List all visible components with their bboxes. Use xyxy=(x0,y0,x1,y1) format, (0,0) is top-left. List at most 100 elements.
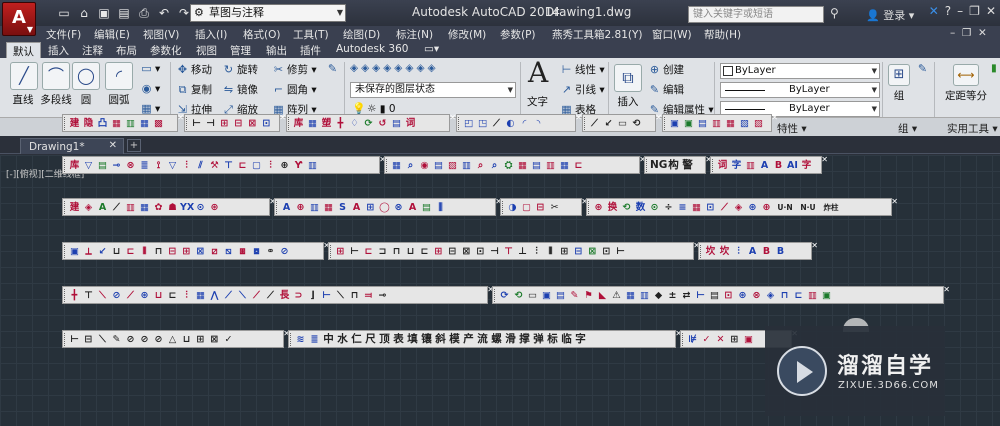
tool-button[interactable]: ⚒ xyxy=(208,159,221,172)
floating-toolbar[interactable]: ⊢ ⊣ ⊞ ⊟ ⊠ ⊡ ✕ xyxy=(184,113,286,132)
tool-button[interactable]: ▤ xyxy=(432,159,445,172)
tool-button[interactable]: ⊞ xyxy=(432,245,445,258)
menu-yanxiu[interactable]: 燕秀工具箱2.81(Y) xyxy=(552,27,643,42)
tool-button[interactable]: ◑ xyxy=(506,201,519,214)
menu-insert[interactable]: 插入(I) xyxy=(195,27,227,42)
tool-button[interactable]: ✎ xyxy=(568,289,581,302)
tool-button[interactable]: △ xyxy=(166,333,179,346)
tool-button[interactable]: 建 xyxy=(68,201,81,214)
tool-button[interactable]: ⊥ xyxy=(516,245,529,258)
floating-toolbar[interactable]: ⟋ ↙ ▭ ⟲ ✕ xyxy=(582,113,662,132)
restore-icon[interactable]: ❐ xyxy=(969,4,980,18)
tool-button[interactable]: ⊗ xyxy=(392,201,405,214)
tool-button[interactable]: ◯ xyxy=(378,201,391,214)
tool-button[interactable]: ⟲ xyxy=(512,289,525,302)
tab-autodesk-360[interactable]: Autodesk 360 xyxy=(336,43,408,55)
save-as-icon[interactable]: ▤ xyxy=(116,5,132,21)
menu-view[interactable]: 视图(V) xyxy=(143,27,179,42)
tool-button[interactable]: ⊏ xyxy=(166,289,179,302)
tool-button[interactable]: ▽ xyxy=(166,159,179,172)
tool-button[interactable]: ⊓ xyxy=(390,245,403,258)
tool-button[interactable]: ✕ xyxy=(714,333,727,346)
tool-button[interactable]: ▥ xyxy=(124,201,137,214)
create-block-tool[interactable]: ⊕ 创建 xyxy=(648,62,684,77)
tool-button[interactable]: ⊢ xyxy=(68,333,81,346)
tool-button[interactable]: ✂ xyxy=(548,201,561,214)
tool-button[interactable]: ⊞ xyxy=(180,245,193,258)
tool-button[interactable]: ⊡ xyxy=(474,245,487,258)
tool-button[interactable]: ⚠ xyxy=(610,289,623,302)
tool-button[interactable]: ⟳ xyxy=(362,117,375,130)
floating-toolbar[interactable]: ⊛ 换 ⟲ 数 ⊙ ÷ ≡ ▦ ⊡ ⟋ ◈ ⊛ ⊕ U·N N·U 炸柱 ✕ xyxy=(586,197,898,216)
group-tool[interactable]: ⊞ 组 xyxy=(886,64,912,103)
tool-button-chi[interactable]: 尺 xyxy=(364,333,377,346)
tab-plugins[interactable]: 插件 xyxy=(300,43,321,58)
tool-button[interactable]: ⫽ xyxy=(194,159,207,172)
tool-button[interactable]: ⊛ xyxy=(736,289,749,302)
tool-button-chan[interactable]: 产 xyxy=(462,333,475,346)
tool-button[interactable]: B xyxy=(760,245,773,258)
tool-button[interactable]: ⊃ xyxy=(292,289,305,302)
tool-button[interactable]: ⊤ xyxy=(82,289,95,302)
tool-button[interactable]: ▥ xyxy=(806,289,819,302)
close-icon[interactable]: ✕ xyxy=(279,113,286,122)
tool-button[interactable]: ♢ xyxy=(348,117,361,130)
floating-toolbar[interactable]: ◰ ◳ ⟋ ◐ ◜ ◝ ✕ xyxy=(456,113,582,132)
tool-button[interactable]: ⊐ xyxy=(376,245,389,258)
tool-button[interactable]: ⊕ xyxy=(278,159,291,172)
tool-button-zhazhu[interactable]: 炸柱 xyxy=(820,201,842,214)
layer-state-select[interactable]: 未保存的图层状态 xyxy=(350,82,516,98)
close-icon[interactable]: ✕ xyxy=(177,113,184,122)
tool-button[interactable]: ▦ xyxy=(390,159,403,172)
tool-button[interactable]: ⫶ xyxy=(530,245,543,258)
tab-more-icon[interactable]: ▭▾ xyxy=(424,43,439,55)
tool-button[interactable]: ▥ xyxy=(460,159,473,172)
tool-button[interactable]: ⟍ xyxy=(96,289,109,302)
tool-button[interactable]: ≣ xyxy=(138,159,151,172)
tool-button[interactable]: ▦ xyxy=(624,289,637,302)
tool-button[interactable]: 坎 xyxy=(718,245,731,258)
tool-button[interactable]: ⊞ xyxy=(218,117,231,130)
tab-default[interactable]: 默认 xyxy=(6,42,41,58)
tool-button[interactable]: ⊏ xyxy=(124,245,137,258)
tool-button[interactable]: ⚭ xyxy=(264,245,277,258)
menu-edit[interactable]: 编辑(E) xyxy=(94,27,130,42)
tab-layout[interactable]: 布局 xyxy=(116,43,137,58)
tool-button[interactable]: ⊣ xyxy=(488,245,501,258)
tool-button[interactable]: ⊤ xyxy=(222,159,235,172)
tab-drawing1[interactable]: Drawing1* ✕ xyxy=(20,138,124,154)
tool-button-zhong[interactable]: 中 xyxy=(322,333,335,346)
tool-button[interactable]: ⊏ xyxy=(418,245,431,258)
menu-parametric[interactable]: 参数(P) xyxy=(500,27,536,42)
tool-button[interactable]: ⟋ xyxy=(222,289,235,302)
tool-button[interactable]: ╋ xyxy=(334,117,347,130)
tool-button[interactable]: ╋ xyxy=(68,289,81,302)
floating-toolbar[interactable]: ⊞ ⊢ ⊏ ⊐ ⊓ ⊔ ⊏ ⊞ ⊟ ⊠ ⊡ ⊣ ⊤ ⊥ ⫶ ⫴ ⊞ ⊟ ⊠ ⊡ ⊢ ✕ xyxy=(328,241,700,260)
binoculars-icon[interactable]: ⚲ xyxy=(830,6,839,20)
floating-toolbar[interactable]: 库 ▦ 塑 ╋ ♢ ⟳ ↺ ▤ 词 ✕ xyxy=(286,113,456,132)
tool-button[interactable]: S xyxy=(336,201,349,214)
tool-button-luo[interactable]: 螺 xyxy=(490,333,503,346)
tool-button[interactable]: ± xyxy=(666,289,679,302)
leader-tool[interactable]: ↗ 引线 ▾ xyxy=(560,82,605,97)
linear-dim-tool[interactable]: ⊢ 线性 ▾ xyxy=(560,62,605,77)
tool-button[interactable]: A xyxy=(96,201,109,214)
close-icon[interactable]: ✕ xyxy=(986,4,996,18)
tool-button[interactable]: ⊢ xyxy=(694,289,707,302)
tool-button[interactable]: ⊘ xyxy=(152,333,165,346)
tool-button[interactable]: ⊡ xyxy=(260,117,273,130)
tool-button[interactable]: ◳ xyxy=(476,117,489,130)
tool-button[interactable]: ▤ xyxy=(420,201,433,214)
tool-button-xiang[interactable]: 镶 xyxy=(420,333,433,346)
polyline-tool[interactable]: ⌒ 多段线 xyxy=(38,62,74,107)
tool-button[interactable]: Ƴ xyxy=(292,159,305,172)
tool-button[interactable]: ⚑ xyxy=(582,289,595,302)
login-link[interactable]: 👤 登录 ▾ xyxy=(866,7,914,23)
close-icon[interactable]: ✕ xyxy=(109,140,117,151)
undo-icon[interactable]: ↶ xyxy=(156,5,172,21)
tool-button[interactable]: ⟋ xyxy=(110,201,123,214)
tool-button[interactable]: ▥ xyxy=(306,159,319,172)
tool-button[interactable]: ⊓ xyxy=(152,245,165,258)
tool-button[interactable]: ⊛ xyxy=(138,289,151,302)
tool-button[interactable]: ⊠ xyxy=(246,117,259,130)
